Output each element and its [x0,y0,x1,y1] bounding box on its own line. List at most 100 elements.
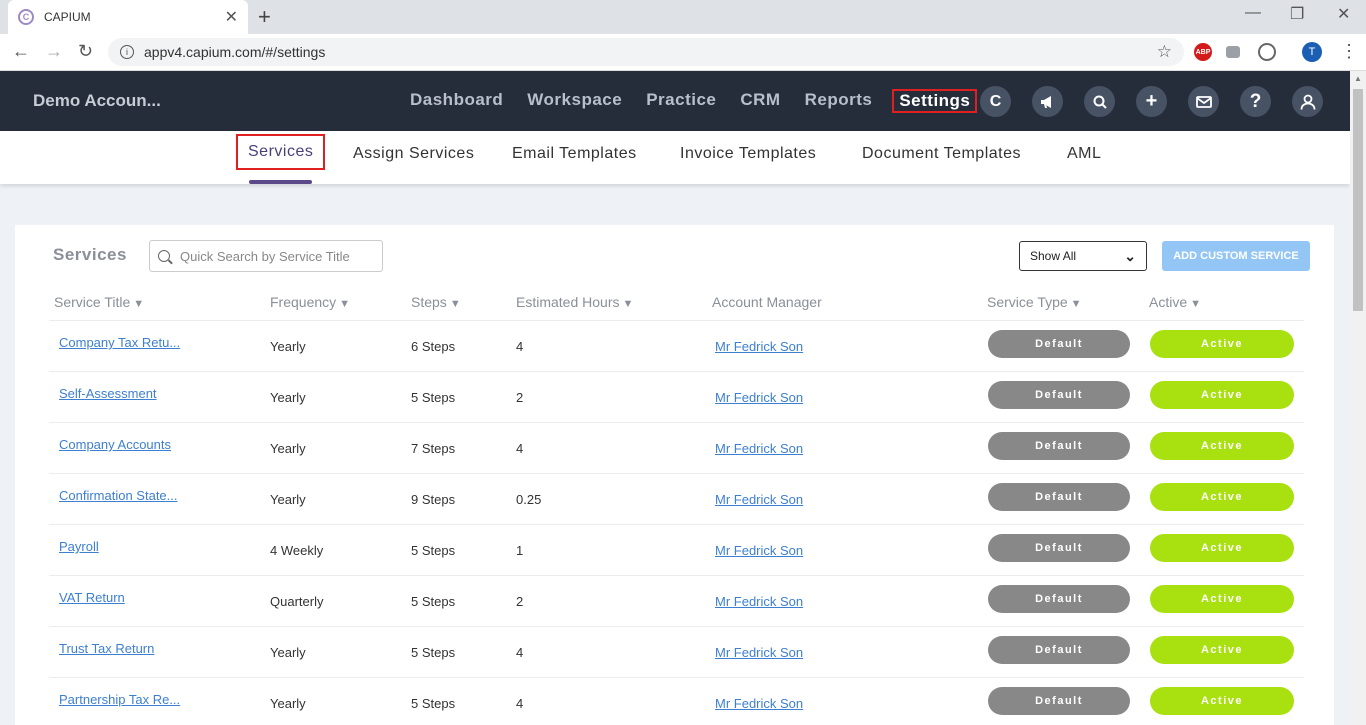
table-row: VAT Return Quarterly 5 Steps 2 Mr Fedrick So… [49,575,1304,626]
service-type-badge: Default [988,585,1130,613]
service-title-link[interactable]: Confirmation State... [59,488,178,503]
account-manager-link[interactable]: Mr Fedrick Son [715,696,803,711]
nav-crm[interactable]: CRM [736,89,784,113]
extension-icon[interactable] [1226,46,1240,58]
active-status-toggle[interactable]: Active [1150,483,1294,511]
active-status-toggle[interactable]: Active [1150,585,1294,613]
user-icon[interactable] [1292,86,1323,117]
filter-select[interactable]: Show All ⌄ [1019,241,1147,271]
chevron-down-icon: ⌄ [1124,247,1136,264]
bookmark-star-icon[interactable]: ☆ [1157,42,1172,62]
service-type-badge: Default [988,687,1130,715]
service-title-link[interactable]: Company Accounts [59,437,171,452]
col-steps[interactable]: Steps ▼ [411,294,461,310]
subnav-invoice-templates[interactable]: Invoice Templates [680,145,816,163]
account-manager-link[interactable]: Mr Fedrick Son [715,492,803,507]
subnav-email-templates[interactable]: Email Templates [512,145,637,163]
account-manager-link[interactable]: Mr Fedrick Son [715,645,803,660]
capium-favicon-icon: C [18,9,34,25]
service-type-badge: Default [988,636,1130,664]
subnav-aml[interactable]: AML [1067,145,1101,163]
filter-select-value: Show All [1030,249,1077,263]
nav-dashboard[interactable]: Dashboard [406,89,507,113]
subnav-assign-services[interactable]: Assign Services [353,145,474,163]
restore-icon[interactable]: ❐ [1290,4,1304,24]
active-status-toggle[interactable]: Active [1150,330,1294,358]
search-box[interactable] [149,240,383,272]
add-custom-service-button[interactable]: ADD CUSTOM SERVICE [1162,241,1310,271]
new-tab-plus-icon[interactable]: + [258,4,271,30]
info-icon[interactable]: i [120,45,134,59]
back-icon[interactable]: ← [12,41,30,62]
hours-cell: 4 [516,645,524,660]
table-row: Trust Tax Return Yearly 5 Steps 4 Mr Fedrick… [49,626,1304,677]
account-manager-link[interactable]: Mr Fedrick Son [715,441,803,456]
adblock-icon[interactable]: ABP [1194,43,1212,61]
scroll-thumb[interactable] [1353,89,1363,311]
nav-workspace[interactable]: Workspace [523,89,626,113]
app-header: Demo Accoun... Dashboard Workspace Pract… [0,71,1350,131]
hours-cell: 4 [516,339,524,354]
account-manager-link[interactable]: Mr Fedrick Son [715,339,803,354]
nav-practice[interactable]: Practice [642,89,720,113]
account-manager-link[interactable]: Mr Fedrick Son [715,543,803,558]
col-account-manager: Account Manager [712,294,822,310]
frequency-cell: Yearly [270,696,306,711]
window-close-icon[interactable]: ✕ [1337,4,1350,24]
service-type-badge: Default [988,534,1130,562]
profile-avatar[interactable]: T [1302,42,1322,62]
active-status-toggle[interactable]: Active [1150,636,1294,664]
service-title-link[interactable]: VAT Return [59,590,125,605]
service-type-badge: Default [988,381,1130,409]
browser-tabstrip: C CAPIUM ✕ + — ❐ ✕ [0,0,1366,34]
page-scrollbar[interactable]: ▲ [1350,71,1366,725]
table-row: Partnership Tax Re... Yearly 5 Steps 4 Mr Fe… [49,677,1304,725]
service-title-link[interactable]: Trust Tax Return [59,641,154,656]
megaphone-icon[interactable] [1032,86,1063,117]
service-title-link[interactable]: Partnership Tax Re... [59,692,180,707]
plus-icon[interactable]: + [1136,86,1167,117]
capium-logo-icon[interactable]: C [980,86,1011,117]
active-status-toggle[interactable]: Active [1150,432,1294,460]
frequency-cell: Yearly [270,390,306,405]
close-icon[interactable]: ✕ [225,7,238,27]
account-name[interactable]: Demo Accoun... [33,91,161,111]
more-menu-icon[interactable]: ⋮ [1340,41,1358,62]
nav-reports[interactable]: Reports [801,89,877,113]
page-title: Services [53,245,127,264]
nav-settings[interactable]: Settings [892,89,978,113]
service-title-link[interactable]: Self-Assessment [59,386,157,401]
url-text[interactable]: appv4.capium.com/#/settings [144,44,1157,60]
table-row: Company Accounts Yearly 7 Steps 4 Mr Fedrick… [49,422,1304,473]
col-frequency[interactable]: Frequency ▼ [270,294,350,310]
col-estimated-hours[interactable]: Estimated Hours ▼ [516,294,633,310]
hours-cell: 2 [516,594,524,609]
col-active[interactable]: Active ▼ [1149,294,1201,310]
steps-cell: 6 Steps [411,339,456,354]
account-manager-link[interactable]: Mr Fedrick Son [715,390,803,405]
address-bar[interactable]: i appv4.capium.com/#/settings ☆ [108,38,1184,66]
scroll-up-icon[interactable]: ▲ [1354,74,1362,83]
search-icon[interactable] [1084,86,1115,117]
active-status-toggle[interactable]: Active [1150,381,1294,409]
minimize-icon[interactable]: — [1245,4,1261,22]
mail-icon[interactable] [1188,86,1219,117]
reload-icon[interactable]: ↻ [78,41,93,62]
search-input[interactable] [180,248,370,264]
col-service-type[interactable]: Service Type ▼ [987,294,1082,310]
sort-arrow-icon: ▼ [1190,298,1202,310]
active-status-toggle[interactable]: Active [1150,534,1294,562]
col-service-title[interactable]: Service Title ▼ [54,294,144,310]
browser-tab[interactable]: C CAPIUM ✕ [8,0,248,34]
active-tab-indicator [249,180,312,184]
subnav-document-templates[interactable]: Document Templates [862,145,1021,163]
forward-icon[interactable]: → [45,41,63,62]
account-manager-link[interactable]: Mr Fedrick Son [715,594,803,609]
steps-cell: 5 Steps [411,645,456,660]
service-title-link[interactable]: Payroll [59,539,99,554]
service-title-link[interactable]: Company Tax Retu... [59,335,180,350]
active-status-toggle[interactable]: Active [1150,687,1294,715]
sync-extension-icon[interactable] [1258,43,1276,61]
help-icon[interactable]: ? [1240,86,1271,117]
subnav-services[interactable]: Services [236,134,326,170]
